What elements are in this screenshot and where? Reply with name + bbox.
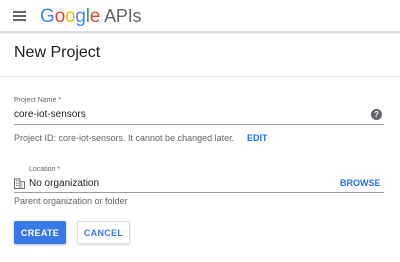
location-underline xyxy=(14,192,384,193)
page-header: New Project xyxy=(0,33,400,77)
brand-suffix: APIs xyxy=(104,6,142,26)
brand-letter: e xyxy=(89,6,101,27)
location-hint: Parent organization or folder xyxy=(14,196,128,206)
browse-location-button[interactable]: BROWSE xyxy=(340,178,381,188)
project-name-input[interactable]: core-iot-sensors xyxy=(14,109,86,120)
top-app-bar: Google APIs xyxy=(0,0,400,32)
cancel-button[interactable]: CANCEL xyxy=(77,221,130,244)
brand-letter: o xyxy=(64,6,76,27)
project-id-text: Project ID: core-iot-sensors. It cannot … xyxy=(14,133,235,143)
google-apis-logo[interactable]: Google APIs xyxy=(40,5,142,28)
brand-letter: G xyxy=(40,6,55,27)
location-label: Location * xyxy=(29,166,61,173)
brand-letter: o xyxy=(54,6,66,27)
help-circle-icon[interactable]: ? xyxy=(371,109,382,120)
project-name-underline xyxy=(14,124,384,125)
hamburger-menu-icon[interactable] xyxy=(12,7,30,25)
project-name-label: Project Name * xyxy=(14,97,62,104)
edit-project-id-link[interactable]: EDIT xyxy=(247,133,268,143)
brand-letter: g xyxy=(75,6,86,27)
location-value[interactable]: No organization xyxy=(29,178,99,189)
page-title: New Project xyxy=(14,44,101,61)
organization-building-icon xyxy=(14,178,25,189)
create-button[interactable]: CREATE xyxy=(14,221,66,244)
